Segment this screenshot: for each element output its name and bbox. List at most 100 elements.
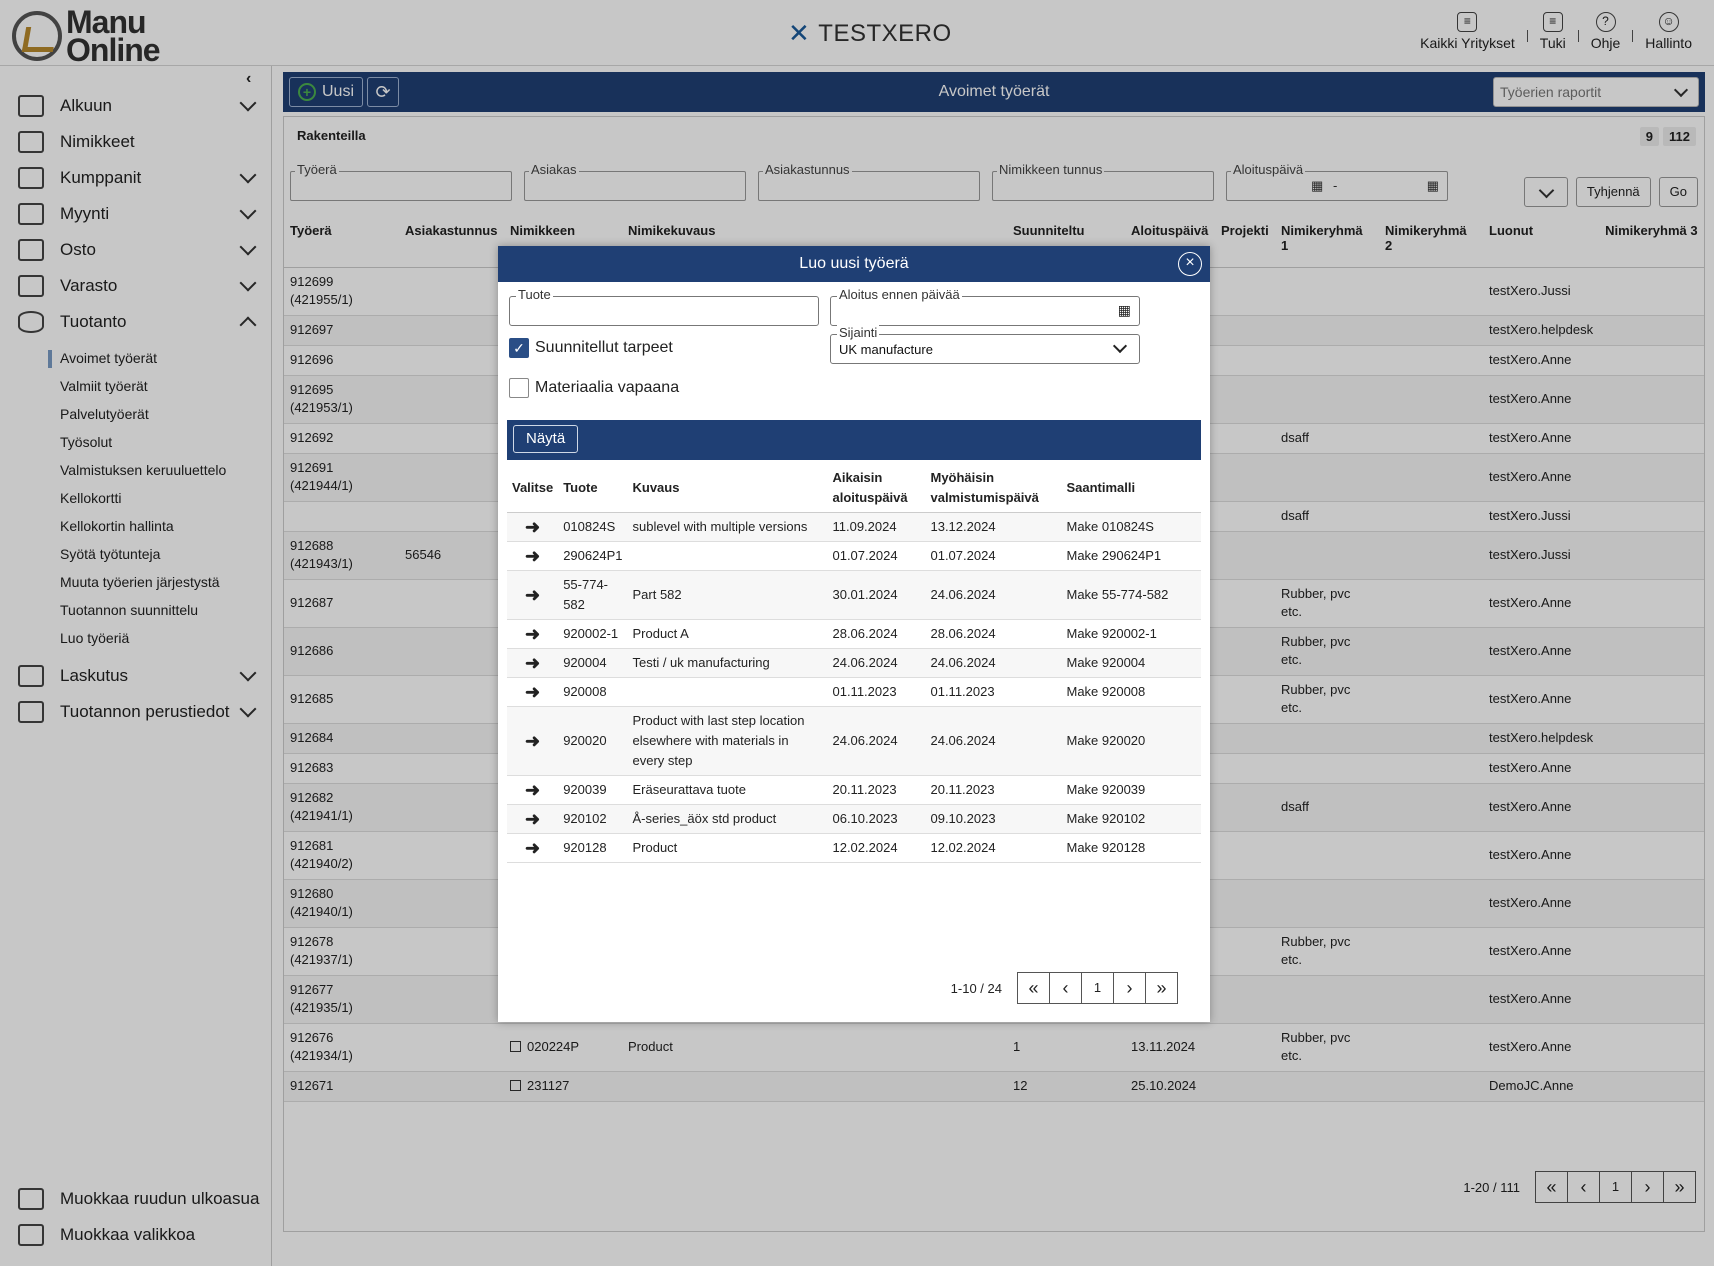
- material-available-checkbox[interactable]: Materiaalia vapaana: [509, 378, 679, 398]
- table-row[interactable]: ➜ 920128 Product 12.02.2024 12.02.2024 Make 9…: [507, 833, 1201, 863]
- description-cell: [627, 541, 828, 571]
- latest-finish-cell: 28.06.2024: [925, 619, 1062, 649]
- prev-page-button[interactable]: ‹: [1049, 972, 1082, 1004]
- table-row[interactable]: ➜ 920020 Product with last step location e…: [507, 706, 1201, 776]
- products-table: Valitse Tuote Kuvaus Aikaisin aloituspäi…: [507, 464, 1201, 863]
- description-cell: sublevel with multiple versions: [627, 512, 828, 542]
- column-header[interactable]: Tuote: [558, 464, 628, 513]
- table-row[interactable]: ➜ 55-774-582 Part 582 30.01.2024 24.06.2024 M…: [507, 570, 1201, 620]
- app-root: Manu Online ✕ TESTXERO ≡ Kaikki Yritykse…: [0, 0, 1714, 1266]
- select-arrow-icon[interactable]: ➜: [507, 541, 559, 571]
- earliest-start-cell: 06.10.2023: [827, 804, 926, 834]
- supply-model-cell: Make 920128: [1061, 833, 1201, 863]
- supply-model-cell: Make 920002-1: [1061, 619, 1201, 649]
- product-cell: 920020: [558, 706, 628, 776]
- supply-model-cell: Make 920020: [1061, 706, 1201, 776]
- supply-model-cell: Make 290624P1: [1061, 541, 1201, 571]
- location-select[interactable]: Sijainti UK manufacture: [830, 325, 1140, 364]
- latest-finish-cell: 09.10.2023: [925, 804, 1062, 834]
- product-cell: 290624P1: [558, 541, 628, 571]
- column-header[interactable]: Myöhäisin valmistumispäivä: [925, 464, 1062, 513]
- product-input[interactable]: Tuote: [509, 287, 819, 326]
- latest-finish-cell: 13.12.2024: [925, 512, 1062, 542]
- product-cell: 920004: [558, 648, 628, 678]
- show-button[interactable]: Näytä: [513, 425, 579, 453]
- supply-model-cell: Make 920008: [1061, 677, 1201, 707]
- create-work-order-modal: Luo uusi työerä × Tuote Aloitus ennen pä…: [498, 246, 1210, 1022]
- start-before-date-input[interactable]: Aloitus ennen päivää ▦: [830, 287, 1140, 326]
- material-available-label: Materiaalia vapaana: [535, 379, 680, 396]
- table-row[interactable]: ➜ 920004 Testi / uk manufacturing 24.06.202…: [507, 648, 1201, 678]
- product-cell: 920002-1: [558, 619, 628, 649]
- select-arrow-icon[interactable]: ➜: [507, 570, 559, 620]
- supply-model-cell: Make 55-774-582: [1061, 570, 1201, 620]
- select-arrow-icon[interactable]: ➜: [507, 619, 559, 649]
- product-cell: 010824S: [558, 512, 628, 542]
- supply-model-cell: Make 010824S: [1061, 512, 1201, 542]
- product-cell: 920128: [558, 833, 628, 863]
- start-date-label: Aloitus ennen päivää: [837, 287, 962, 302]
- chevron-down-icon: [1112, 338, 1128, 354]
- table-row[interactable]: ➜ 010824S sublevel with multiple versions 1…: [507, 512, 1201, 542]
- description-cell: [627, 677, 828, 707]
- description-cell: Testi / uk manufacturing: [627, 648, 828, 678]
- supply-model-cell: Make 920004: [1061, 648, 1201, 678]
- next-page-button[interactable]: ›: [1113, 972, 1146, 1004]
- select-arrow-icon[interactable]: ➜: [507, 804, 559, 834]
- select-arrow-icon[interactable]: ➜: [507, 512, 559, 542]
- checkbox-checked-icon: ✓: [509, 338, 529, 358]
- select-arrow-icon[interactable]: ➜: [507, 677, 559, 707]
- close-icon[interactable]: ×: [1178, 252, 1202, 276]
- description-cell: Å-series_äöx std product: [627, 804, 828, 834]
- earliest-start-cell: 11.09.2024: [827, 512, 926, 542]
- column-header[interactable]: Kuvaus: [627, 464, 828, 513]
- supply-model-cell: Make 920102: [1061, 804, 1201, 834]
- last-page-button[interactable]: »: [1145, 972, 1178, 1004]
- latest-finish-cell: 12.02.2024: [925, 833, 1062, 863]
- product-cell: 920102: [558, 804, 628, 834]
- earliest-start-cell: 24.06.2024: [827, 706, 926, 776]
- column-header[interactable]: Saantimalli: [1061, 464, 1201, 513]
- product-label: Tuote: [516, 287, 553, 302]
- product-cell: 920008: [558, 677, 628, 707]
- select-arrow-icon[interactable]: ➜: [507, 833, 559, 863]
- table-row[interactable]: ➜ 920008 01.11.2023 01.11.2023 Make 920008: [507, 677, 1201, 707]
- column-header[interactable]: Aikaisin aloituspäivä: [827, 464, 926, 513]
- latest-finish-cell: 01.11.2023: [925, 677, 1062, 707]
- table-row[interactable]: ➜ 920039 Eräseurattava tuote 20.11.2023 20.1…: [507, 775, 1201, 805]
- earliest-start-cell: 12.02.2024: [827, 833, 926, 863]
- table-row[interactable]: ➜ 290624P1 01.07.2024 01.07.2024 Make 290624…: [507, 541, 1201, 571]
- column-header: Valitse: [507, 464, 559, 513]
- select-arrow-icon[interactable]: ➜: [507, 775, 559, 805]
- earliest-start-cell: 28.06.2024: [827, 619, 926, 649]
- modal-toolbar: Näytä: [507, 420, 1201, 460]
- calendar-icon[interactable]: ▦: [1118, 302, 1131, 319]
- description-cell: Product A: [627, 619, 828, 649]
- description-cell: Eräseurattava tuote: [627, 775, 828, 805]
- latest-finish-cell: 24.06.2024: [925, 570, 1062, 620]
- earliest-start-cell: 20.11.2023: [827, 775, 926, 805]
- location-value: UK manufacture: [839, 342, 933, 357]
- select-arrow-icon[interactable]: ➜: [507, 706, 559, 776]
- table-row[interactable]: ➜ 920002-1 Product A 28.06.2024 28.06.2024 Ma…: [507, 619, 1201, 649]
- table-row[interactable]: ➜ 920102 Å-series_äöx std product 06.10.202…: [507, 804, 1201, 834]
- checkbox-unchecked-icon: [509, 378, 529, 398]
- earliest-start-cell: 01.07.2024: [827, 541, 926, 571]
- earliest-start-cell: 30.01.2024: [827, 570, 926, 620]
- select-arrow-icon[interactable]: ➜: [507, 648, 559, 678]
- supply-model-cell: Make 920039: [1061, 775, 1201, 805]
- planned-needs-label: Suunnitellut tarpeet: [535, 339, 673, 356]
- description-cell: Part 582: [627, 570, 828, 620]
- earliest-start-cell: 01.11.2023: [827, 677, 926, 707]
- table-header-row: Valitse Tuote Kuvaus Aikaisin aloituspäi…: [507, 464, 1201, 513]
- planned-needs-checkbox[interactable]: ✓ Suunnitellut tarpeet: [509, 338, 673, 358]
- earliest-start-cell: 24.06.2024: [827, 648, 926, 678]
- modal-pager: 1-10 / 24 « ‹ 1 › »: [951, 972, 1178, 1004]
- latest-finish-cell: 01.07.2024: [925, 541, 1062, 571]
- latest-finish-cell: 24.06.2024: [925, 648, 1062, 678]
- first-page-button[interactable]: «: [1017, 972, 1050, 1004]
- latest-finish-cell: 24.06.2024: [925, 706, 1062, 776]
- product-cell: 55-774-582: [558, 570, 628, 620]
- page-number[interactable]: 1: [1081, 972, 1114, 1004]
- table-body: ➜ 010824S sublevel with multiple versions 1…: [507, 512, 1201, 863]
